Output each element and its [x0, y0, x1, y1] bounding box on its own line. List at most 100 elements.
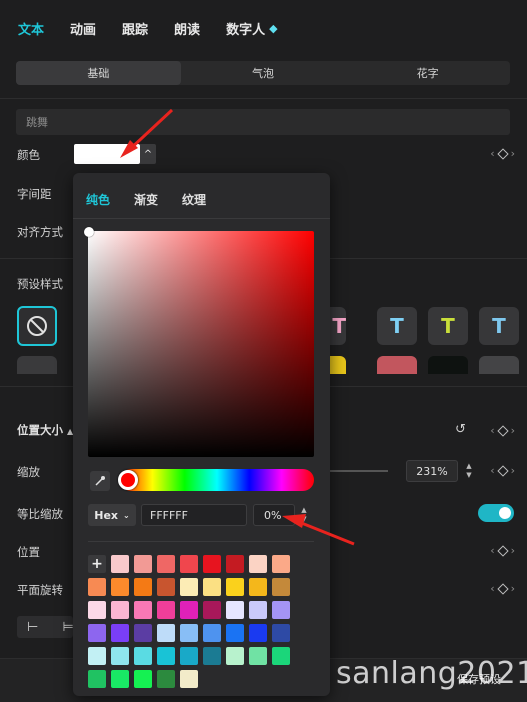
tab-tracking[interactable]: 跟踪: [122, 19, 148, 38]
color-swatch[interactable]: [111, 578, 129, 596]
position-size-title[interactable]: 位置大小 ▲: [17, 422, 73, 438]
color-swatch[interactable]: [88, 624, 106, 642]
step-down-icon[interactable]: ▼: [466, 471, 471, 480]
tab-text[interactable]: 文本: [18, 19, 44, 38]
tab-animation[interactable]: 动画: [70, 19, 96, 38]
reset-icon[interactable]: ↺: [455, 422, 469, 437]
color-swatch[interactable]: [180, 670, 198, 688]
color-swatch[interactable]: [88, 647, 106, 665]
preset-lime-t[interactable]: T: [428, 307, 468, 345]
chevron-left-icon[interactable]: ‹: [490, 544, 494, 557]
preset-lightblue-t[interactable]: T: [479, 307, 519, 345]
color-swatch[interactable]: [111, 555, 129, 573]
color-swatch[interactable]: [134, 578, 152, 596]
color-swatch[interactable]: [157, 624, 175, 642]
color-swatch[interactable]: [180, 624, 198, 642]
color-swatch[interactable]: [180, 578, 198, 596]
color-swatch[interactable]: [88, 601, 106, 619]
color-swatch[interactable]: [111, 670, 129, 688]
chevron-right-icon[interactable]: ›: [511, 582, 515, 595]
subtab-fancy-text[interactable]: 花字: [345, 61, 510, 85]
color-swatch[interactable]: [203, 647, 221, 665]
color-swatch[interactable]: [272, 624, 290, 642]
scale-keyframe[interactable]: ‹ ›: [490, 464, 515, 477]
chevron-right-icon[interactable]: ›: [511, 544, 515, 557]
color-swatch[interactable]: [203, 555, 221, 573]
subtab-basic[interactable]: 基础: [16, 61, 181, 85]
eyedropper-icon[interactable]: [90, 471, 110, 491]
color-swatch[interactable]: [157, 670, 175, 688]
color-swatch[interactable]: [180, 647, 198, 665]
sv-cursor[interactable]: [84, 227, 94, 237]
tab-read-aloud[interactable]: 朗读: [174, 19, 200, 38]
picker-tab-texture[interactable]: 纹理: [182, 191, 206, 208]
subtab-bubble[interactable]: 气泡: [181, 61, 346, 85]
preset-row2-black[interactable]: [428, 356, 468, 374]
color-swatch[interactable]: [111, 647, 129, 665]
step-up-icon[interactable]: ▲: [301, 506, 306, 515]
preset-blue-t[interactable]: T: [377, 307, 417, 345]
color-swatch[interactable]: [272, 601, 290, 619]
preset-row2-1[interactable]: [17, 356, 57, 374]
color-swatch[interactable]: [249, 647, 267, 665]
text-content-input[interactable]: 跳舞: [16, 109, 510, 135]
rotation-keyframe[interactable]: ‹ ›: [490, 582, 515, 595]
color-swatch[interactable]: [157, 555, 175, 573]
color-swatch[interactable]: [134, 647, 152, 665]
preset-none[interactable]: [17, 306, 57, 346]
keyframe-diamond-icon[interactable]: [496, 544, 509, 557]
color-swatch[interactable]: [134, 601, 152, 619]
keyframe-diamond-icon[interactable]: [496, 582, 509, 595]
color-swatch[interactable]: [249, 578, 267, 596]
color-swatch[interactable]: [203, 578, 221, 596]
color-keyframe[interactable]: ‹ ›: [490, 147, 515, 160]
preset-row2-gray[interactable]: [479, 356, 519, 374]
color-swatch[interactable]: [111, 601, 129, 619]
color-swatch[interactable]: [249, 601, 267, 619]
chevron-left-icon[interactable]: ‹: [490, 464, 494, 477]
hex-input[interactable]: FFFFFF: [141, 504, 247, 526]
chevron-left-icon[interactable]: ‹: [490, 424, 494, 437]
color-swatch[interactable]: [180, 555, 198, 573]
step-down-icon[interactable]: ▼: [301, 515, 306, 524]
step-up-icon[interactable]: ▲: [466, 462, 471, 471]
color-swatch[interactable]: [203, 624, 221, 642]
scale-value-input[interactable]: 231%: [406, 460, 458, 482]
chevron-left-icon[interactable]: ‹: [490, 582, 494, 595]
color-swatch[interactable]: [226, 647, 244, 665]
chevron-left-icon[interactable]: ‹: [490, 147, 494, 160]
color-swatch[interactable]: [226, 578, 244, 596]
color-swatch[interactable]: [134, 670, 152, 688]
opacity-input[interactable]: 0%: [253, 504, 295, 526]
keyframe-diamond-icon[interactable]: [496, 464, 509, 477]
color-swatch[interactable]: [134, 624, 152, 642]
color-swatch[interactable]: [272, 578, 290, 596]
hue-slider-handle[interactable]: [118, 470, 138, 490]
uniform-scale-toggle[interactable]: [478, 504, 514, 522]
color-swatch[interactable]: [180, 601, 198, 619]
color-swatch-button[interactable]: [74, 144, 140, 164]
chevron-right-icon[interactable]: ›: [511, 424, 515, 437]
preset-row2-red[interactable]: [377, 356, 417, 374]
color-swatch[interactable]: [249, 555, 267, 573]
picker-tab-gradient[interactable]: 渐变: [134, 191, 158, 208]
color-swatch[interactable]: [226, 555, 244, 573]
align-center-icon[interactable]: ⊨: [62, 620, 73, 635]
color-swatch[interactable]: [226, 601, 244, 619]
color-swatch[interactable]: [88, 670, 106, 688]
chevron-right-icon[interactable]: ›: [511, 147, 515, 160]
color-swatch[interactable]: [157, 578, 175, 596]
color-swatch[interactable]: [134, 555, 152, 573]
align-left-icon[interactable]: ⊢: [27, 620, 38, 635]
picker-tab-solid[interactable]: 纯色: [86, 191, 110, 208]
chevron-up-icon[interactable]: ^: [140, 144, 156, 164]
color-swatch[interactable]: [272, 555, 290, 573]
color-swatch[interactable]: [272, 647, 290, 665]
chevron-right-icon[interactable]: ›: [511, 464, 515, 477]
scale-slider[interactable]: [330, 470, 388, 472]
color-format-select[interactable]: Hex ⌄: [88, 504, 136, 526]
color-swatch[interactable]: [157, 647, 175, 665]
saturation-value-area[interactable]: [88, 231, 314, 457]
tab-digital-human[interactable]: 数字人 ◆: [226, 19, 277, 38]
add-swatch-button[interactable]: +: [88, 555, 106, 573]
